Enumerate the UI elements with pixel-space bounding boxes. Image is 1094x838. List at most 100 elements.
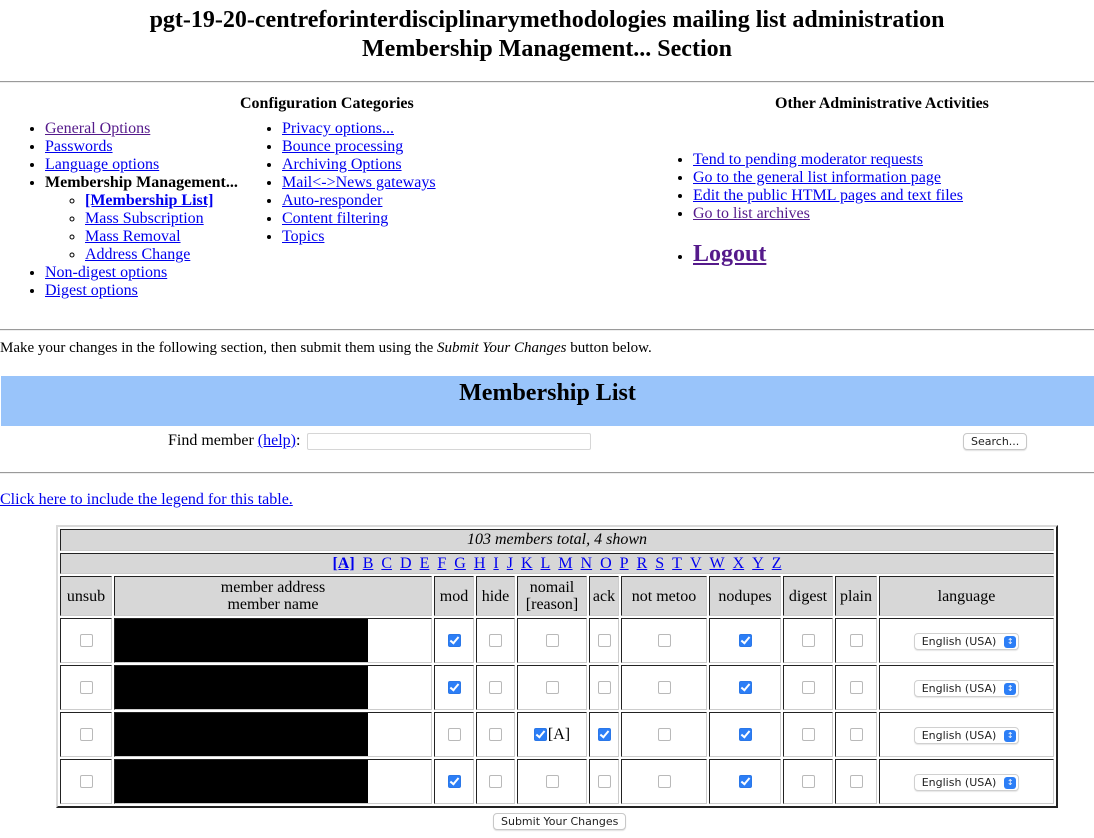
digest-checkbox[interactable]	[801, 681, 815, 695]
nodupes-checkbox[interactable]	[738, 681, 752, 695]
language-select[interactable]: English (USA) ↕	[913, 773, 1020, 791]
notmetoo-checkbox[interactable]	[657, 634, 671, 648]
language-select[interactable]: English (USA) ↕	[913, 726, 1020, 744]
letter-link[interactable]: G	[454, 555, 466, 572]
plain-checkbox[interactable]	[849, 634, 863, 648]
letter-link[interactable]: [A]	[332, 555, 354, 572]
include-legend-link[interactable]: Click here to include the legend for thi…	[0, 491, 293, 509]
letter-link[interactable]: J	[507, 555, 513, 572]
link-edit-public-html[interactable]: Edit the public HTML pages and text file…	[693, 187, 963, 204]
plain-cell	[835, 665, 877, 710]
nav-link-language-options[interactable]: Language options	[45, 156, 159, 173]
letter-link[interactable]: M	[558, 555, 572, 572]
notmetoo-checkbox[interactable]	[657, 728, 671, 742]
letter-link[interactable]: S	[655, 555, 664, 572]
letter-link[interactable]: W	[710, 555, 725, 572]
letter-link[interactable]: B	[363, 555, 374, 572]
letter-link[interactable]: X	[733, 555, 745, 572]
digest-checkbox[interactable]	[801, 728, 815, 742]
letter-link[interactable]: D	[400, 555, 412, 572]
ack-checkbox[interactable]	[597, 634, 611, 648]
plain-checkbox[interactable]	[849, 775, 863, 789]
logout-link[interactable]: Logout	[693, 241, 766, 267]
nav-link-non-digest-options[interactable]: Non-digest options	[45, 264, 167, 281]
member-address-cell	[114, 618, 432, 663]
col-header-digest: digest	[783, 576, 833, 616]
plain-checkbox[interactable]	[849, 681, 863, 695]
nodupes-checkbox[interactable]	[738, 634, 752, 648]
unsub-checkbox[interactable]	[79, 634, 93, 648]
nav-link-topics[interactable]: Topics	[282, 228, 324, 245]
notmetoo-cell	[621, 712, 707, 757]
redacted-member-address	[115, 666, 368, 709]
nav-link-passwords[interactable]: Passwords	[45, 138, 113, 155]
nav-link-digest-options[interactable]: Digest options	[45, 282, 138, 299]
plain-checkbox[interactable]	[849, 728, 863, 742]
unsub-checkbox[interactable]	[79, 728, 93, 742]
link-general-list-info[interactable]: Go to the general list information page	[693, 169, 941, 186]
letter-link[interactable]: O	[600, 555, 612, 572]
letter-link[interactable]: H	[474, 555, 486, 572]
subnav-link-address-change[interactable]: Address Change	[85, 246, 190, 263]
notmetoo-checkbox[interactable]	[657, 681, 671, 695]
nodupes-checkbox[interactable]	[738, 728, 752, 742]
hide-checkbox[interactable]	[489, 634, 502, 648]
find-member-text: Find member	[168, 432, 258, 449]
unsub-checkbox[interactable]	[79, 775, 93, 789]
letter-link[interactable]: E	[420, 555, 430, 572]
nomail-checkbox[interactable]	[545, 775, 559, 789]
ack-checkbox[interactable]	[597, 728, 611, 742]
ack-checkbox[interactable]	[597, 681, 611, 695]
nomail-checkbox[interactable]	[545, 681, 559, 695]
nav-link-auto-responder[interactable]: Auto-responder	[282, 192, 382, 209]
find-help-link[interactable]: (help)	[258, 432, 296, 449]
search-button[interactable]: Search...	[963, 433, 1028, 450]
language-select-value: English (USA)	[921, 681, 997, 695]
language-select[interactable]: English (USA) ↕	[913, 632, 1020, 650]
submit-changes-button[interactable]: Submit Your Changes	[493, 813, 627, 830]
mod-checkbox[interactable]	[447, 775, 461, 789]
nomail-checkbox[interactable]	[533, 728, 547, 742]
subnav-link-mass-subscription[interactable]: Mass Subscription	[85, 210, 204, 227]
letter-link[interactable]: T	[672, 555, 682, 572]
letter-link[interactable]: R	[637, 555, 648, 572]
unsub-checkbox[interactable]	[79, 681, 93, 695]
letter-link[interactable]: N	[581, 555, 593, 572]
notmetoo-checkbox[interactable]	[657, 775, 671, 789]
letter-link[interactable]: I	[493, 555, 498, 572]
hide-checkbox[interactable]	[489, 728, 502, 742]
link-pending-moderator-requests[interactable]: Tend to pending moderator requests	[693, 151, 923, 168]
mod-checkbox[interactable]	[447, 681, 461, 695]
plain-cell	[835, 712, 877, 757]
nav-link-mail-news-gateways[interactable]: Mail<->News gateways	[282, 174, 436, 191]
nav-current-membership-management: Membership Management...	[45, 174, 238, 191]
subnav-link-membership-list[interactable]: [Membership List]	[85, 192, 213, 209]
letter-link[interactable]: K	[521, 555, 533, 572]
link-list-archives[interactable]: Go to list archives	[693, 205, 810, 222]
hide-checkbox[interactable]	[489, 681, 502, 695]
nomail-checkbox[interactable]	[545, 634, 559, 648]
nav-link-general-options[interactable]: General Options	[45, 120, 150, 137]
mod-checkbox[interactable]	[447, 634, 461, 648]
nav-link-archiving-options[interactable]: Archiving Options	[282, 156, 402, 173]
nav-item-mail-news-gateways: Mail<->News gateways	[282, 174, 436, 192]
letter-link[interactable]: L	[541, 555, 551, 572]
letter-link[interactable]: C	[381, 555, 392, 572]
nodupes-checkbox[interactable]	[738, 775, 752, 789]
language-select[interactable]: English (USA) ↕	[913, 679, 1020, 697]
find-member-input[interactable]	[307, 433, 591, 450]
letter-link[interactable]: V	[690, 555, 702, 572]
hide-checkbox[interactable]	[489, 775, 502, 789]
ack-checkbox[interactable]	[597, 775, 611, 789]
nav-link-bounce-processing[interactable]: Bounce processing	[282, 138, 403, 155]
nav-link-content-filtering[interactable]: Content filtering	[282, 210, 388, 227]
letter-link[interactable]: F	[437, 555, 446, 572]
digest-checkbox[interactable]	[801, 775, 815, 789]
subnav-link-mass-removal[interactable]: Mass Removal	[85, 228, 181, 245]
letter-link[interactable]: Y	[752, 555, 764, 572]
letter-link[interactable]: P	[620, 555, 629, 572]
letter-link[interactable]: Z	[772, 555, 782, 572]
nav-link-privacy-options[interactable]: Privacy options...	[282, 120, 394, 137]
digest-checkbox[interactable]	[801, 634, 815, 648]
mod-checkbox[interactable]	[447, 728, 461, 742]
